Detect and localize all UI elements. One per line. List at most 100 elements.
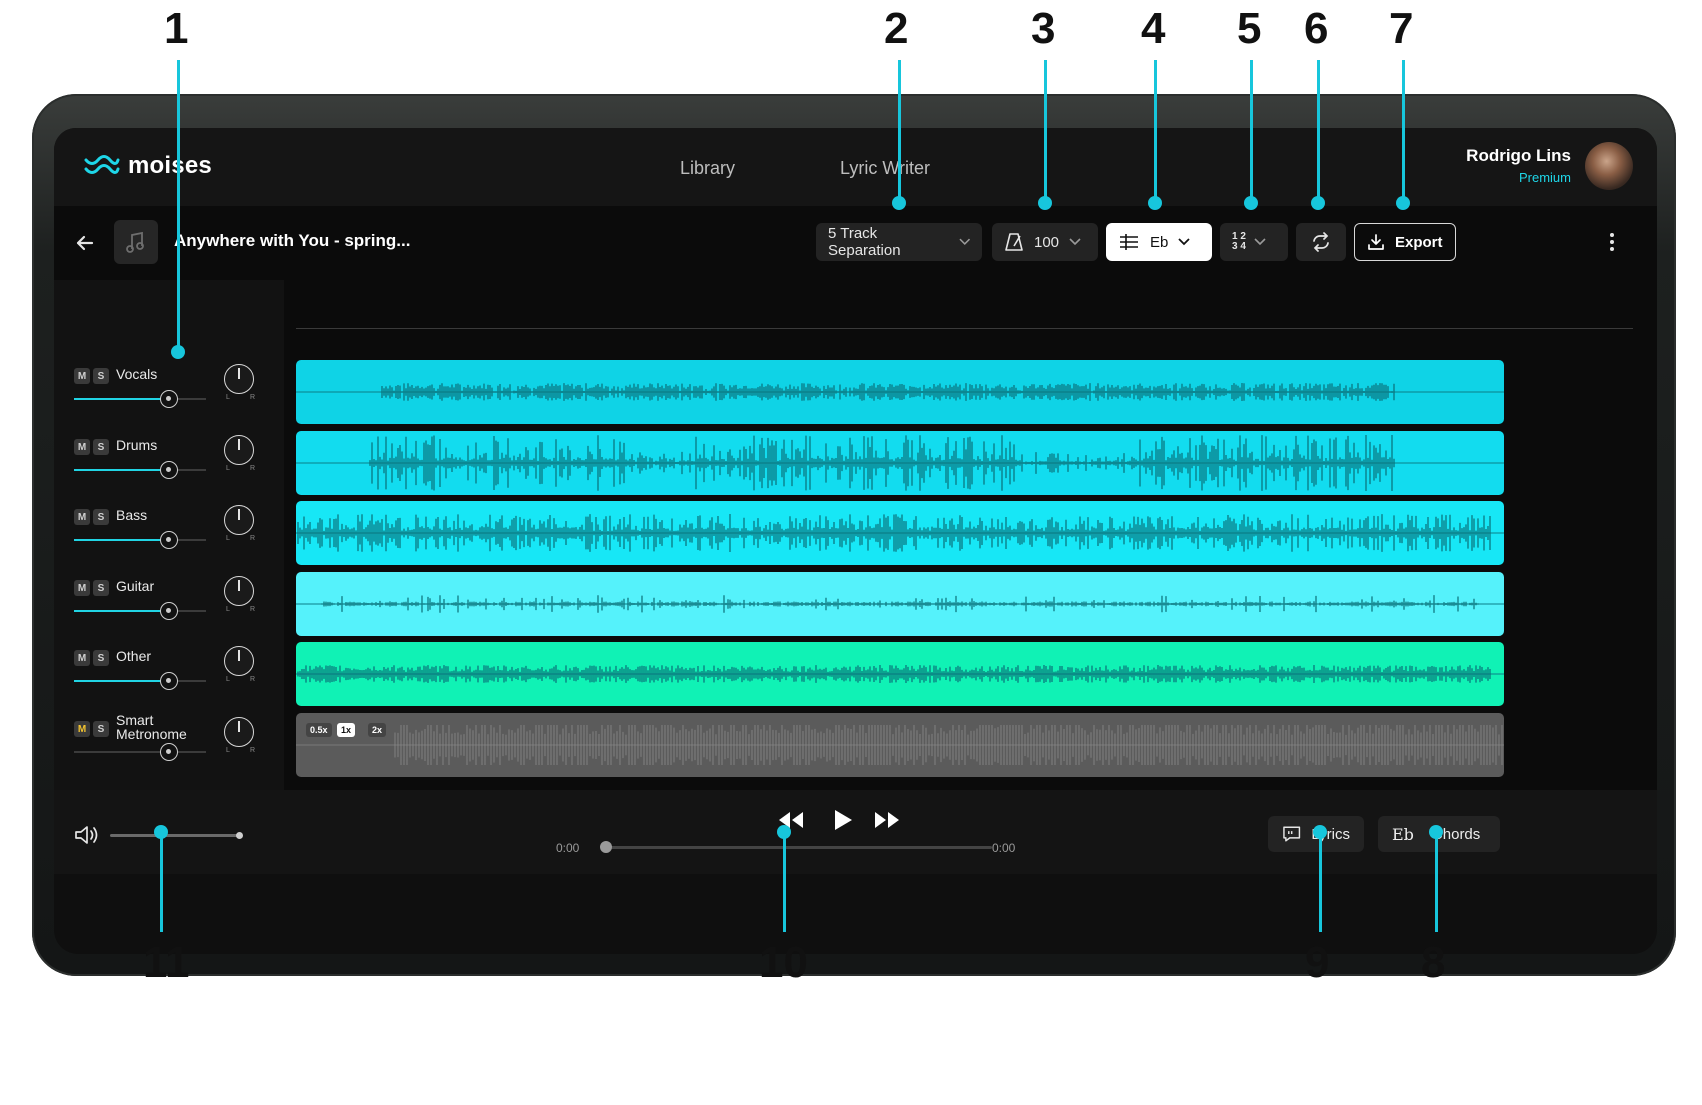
back-arrow-icon[interactable] [72, 230, 98, 256]
master-volume-slider[interactable] [110, 832, 243, 839]
time-signature-dropdown[interactable]: 1 2 3 4 [1220, 223, 1288, 261]
mixer-row: M S Drums L R [70, 435, 270, 499]
solo-button[interactable]: S [93, 580, 109, 596]
callout-number: 10 [759, 938, 808, 987]
export-button[interactable]: Export [1354, 223, 1456, 261]
pan-left-label: L [226, 394, 230, 401]
waveform-lane[interactable] [296, 572, 1504, 636]
pan-right-label: R [250, 747, 256, 754]
waveform-svg [296, 725, 1504, 765]
solo-button[interactable]: S [93, 368, 109, 384]
waveform-svg [296, 665, 1504, 683]
speaker-icon[interactable] [74, 824, 100, 846]
track-volume-thumb[interactable] [160, 672, 179, 690]
pan-knob[interactable] [224, 576, 254, 606]
key-sliders-icon [1120, 234, 1138, 250]
callout-number: 5 [1237, 4, 1262, 53]
track-volume-slider[interactable] [74, 743, 206, 761]
song-toolbar: Anywhere with You - spring... 5 Track Se… [54, 206, 1657, 280]
mute-button[interactable]: M [74, 580, 90, 596]
callout-line [1435, 832, 1438, 932]
pan-left-label: L [226, 747, 230, 754]
pan-knob[interactable] [224, 505, 254, 535]
callout-number: 4 [1141, 4, 1166, 53]
song-title: Anywhere with You - spring... [174, 231, 411, 250]
tempo-dropdown[interactable]: 100 [992, 223, 1098, 261]
waveform-lane[interactable] [296, 431, 1504, 495]
solo-button[interactable]: S [93, 650, 109, 666]
solo-button[interactable]: S [93, 439, 109, 455]
mixer-row: M S Bass L R [70, 505, 270, 569]
track-volume-thumb[interactable] [160, 602, 179, 620]
key-dropdown[interactable]: Eb [1106, 223, 1212, 261]
waveform-lane[interactable] [296, 360, 1504, 424]
solo-button[interactable]: S [93, 721, 109, 737]
callout-number: 8 [1421, 938, 1446, 987]
pan-left-label: L [226, 535, 230, 542]
mute-button[interactable]: M [74, 439, 90, 455]
track-volume-slider[interactable] [74, 531, 206, 549]
mute-button[interactable]: M [74, 509, 90, 525]
mixer-panel: M S Vocals L R M S Drums L R M S Bass L R M S Guitar L R M S O… [54, 280, 284, 790]
play-icon[interactable] [830, 808, 856, 832]
metronome-speed-button[interactable]: 0.5x [306, 723, 332, 737]
pan-knob[interactable] [224, 435, 254, 465]
track-volume-thumb[interactable] [160, 531, 179, 549]
total-time: 0:00 [992, 841, 1016, 855]
callout-line [160, 832, 163, 932]
track-name: Smart Metronome [116, 713, 187, 741]
callout-dot [154, 825, 168, 839]
callout-dot [892, 196, 906, 210]
track-volume-slider[interactable] [74, 390, 206, 408]
waveform-svg [296, 383, 1504, 401]
solo-button[interactable]: S [93, 509, 109, 525]
callout-dot [171, 345, 185, 359]
waveform-lane[interactable]: 0.5x 1x 2x [296, 713, 1504, 777]
time-signature-bottom: 3 4 [1232, 241, 1246, 252]
mute-button[interactable]: M [74, 368, 90, 384]
track-volume-slider[interactable] [74, 672, 206, 690]
track-volume-thumb[interactable] [160, 743, 179, 761]
loop-button[interactable] [1296, 223, 1346, 261]
nav-library[interactable]: Library [680, 158, 735, 179]
track-volume-slider[interactable] [74, 602, 206, 620]
pan-left-label: L [226, 465, 230, 472]
track-volume-thumb[interactable] [160, 461, 179, 479]
track-name-line: Smart [116, 712, 154, 728]
track-volume-thumb[interactable] [160, 390, 179, 408]
metronome-speed-button[interactable]: 2x [368, 723, 387, 737]
mute-button[interactable]: M [74, 721, 90, 737]
timeline-ruler[interactable] [296, 328, 1633, 329]
download-icon [1368, 234, 1384, 250]
master-volume-thumb[interactable] [236, 832, 243, 839]
more-vertical-icon[interactable] [1609, 232, 1615, 252]
avatar[interactable] [1585, 142, 1633, 190]
mixer-row: M S Smart Metronome L R [70, 713, 270, 781]
pan-knob[interactable] [224, 717, 254, 747]
pan-knob[interactable] [224, 364, 254, 394]
fast-forward-icon[interactable] [872, 808, 902, 832]
pan-right-label: R [250, 465, 256, 472]
callout-line [1250, 60, 1253, 203]
seek-bar[interactable] [600, 841, 992, 853]
separation-dropdown[interactable]: 5 Track Separation [816, 223, 982, 261]
nav-lyric-writer[interactable]: Lyric Writer [840, 158, 930, 179]
callout-dot [1244, 196, 1258, 210]
waveform-path [369, 435, 1395, 491]
tempo-value: 100 [1034, 233, 1060, 251]
pan-right-label: R [250, 606, 256, 613]
seek-thumb[interactable] [600, 841, 612, 853]
song-thumbnail [114, 220, 158, 264]
chords-icon: Eb [1392, 824, 1414, 844]
export-label: Export [1395, 233, 1443, 251]
waveform-lane[interactable] [296, 642, 1504, 706]
callout-number: 3 [1031, 4, 1056, 53]
metronome-speed-button[interactable]: 1x [337, 723, 356, 737]
track-volume-slider[interactable] [74, 461, 206, 479]
loop-icon [1313, 232, 1329, 252]
pan-knob[interactable] [224, 646, 254, 676]
mute-button[interactable]: M [74, 650, 90, 666]
waveform-lane[interactable] [296, 501, 1504, 565]
moises-logo[interactable]: moises [84, 152, 212, 180]
user-name[interactable]: Rodrigo Lins [1466, 146, 1571, 166]
